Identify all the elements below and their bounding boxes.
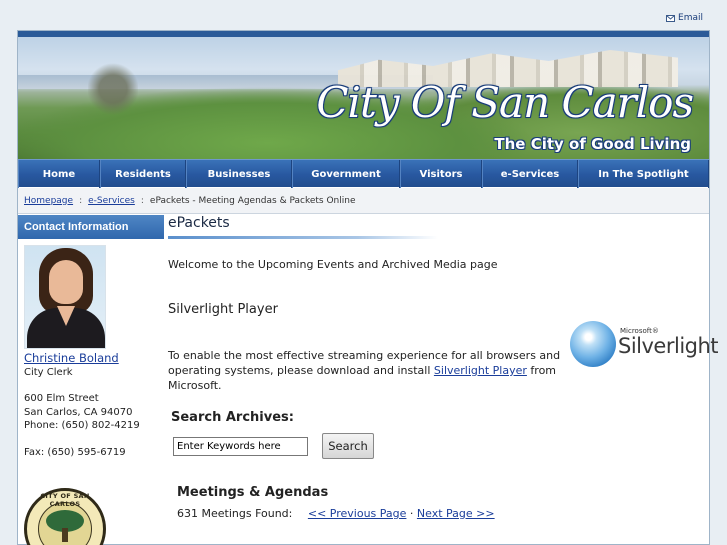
contact-heading: Contact Information xyxy=(18,215,164,239)
search-input[interactable] xyxy=(173,437,308,456)
meetings-heading: Meetings & Agendas xyxy=(177,485,329,500)
contact-city: San Carlos, CA 94070 xyxy=(24,406,133,418)
nav-visitors[interactable]: Visitors xyxy=(400,160,482,188)
logo-silverlight: Silverlight xyxy=(618,334,719,358)
contact-phone: Phone: (650) 802-4219 xyxy=(24,420,140,431)
breadcrumb-current: ePackets - Meeting Agendas & Packets Onl… xyxy=(149,195,356,206)
previous-page-link[interactable]: << Previous Page xyxy=(308,507,407,520)
silverlight-heading: Silverlight Player xyxy=(168,302,278,317)
breadcrumb-eservices[interactable]: e-Services xyxy=(88,196,135,206)
title-rule xyxy=(168,236,438,239)
nav-eservices[interactable]: e-Services xyxy=(482,160,578,188)
contact-role: City Clerk xyxy=(24,366,73,378)
email-link[interactable]: Email xyxy=(666,13,703,23)
welcome-text: Welcome to the Upcoming Events and Archi… xyxy=(168,258,498,271)
envelope-icon xyxy=(666,14,676,22)
contact-card: Christine Boland City Clerk 600 Elm Stre… xyxy=(24,351,164,459)
nav-spotlight[interactable]: In The Spotlight xyxy=(578,160,709,188)
contact-street: 600 Elm Street xyxy=(24,393,99,404)
main-nav: Home Residents Businesses Government Vis… xyxy=(18,159,709,188)
silverlight-logo[interactable]: Microsoft® Silverlight xyxy=(570,321,719,367)
silverlight-text: To enable the most effective streaming e… xyxy=(168,349,561,392)
page-frame: City Of San Carlos The City of Good Livi… xyxy=(17,30,719,545)
search-heading: Search Archives: xyxy=(171,410,294,425)
main-content: ePackets Welcome to the Upcoming Events … xyxy=(168,215,719,545)
page-title: ePackets xyxy=(168,215,230,231)
breadcrumb-home[interactable]: Homepage xyxy=(24,196,73,206)
top-bar: Email xyxy=(0,0,727,30)
site-tagline: The City of Good Living xyxy=(494,135,691,153)
next-page-link[interactable]: Next Page >> xyxy=(417,507,495,520)
meetings-pagination: 631 Meetings Found: << Previous Page · N… xyxy=(177,507,495,520)
nav-home[interactable]: Home xyxy=(18,160,100,188)
nav-businesses[interactable]: Businesses xyxy=(186,160,292,188)
nav-residents[interactable]: Residents xyxy=(100,160,186,188)
seal-text: CITY OF SAN CARLOS xyxy=(40,492,90,508)
site-title: City Of San Carlos xyxy=(316,78,694,127)
contact-photo xyxy=(24,245,106,349)
header-banner: City Of San Carlos The City of Good Livi… xyxy=(18,31,709,159)
city-seal: CITY OF SAN CARLOS xyxy=(24,488,106,545)
contact-fax: Fax: (650) 595-6719 xyxy=(24,446,126,458)
silverlight-orb-icon xyxy=(570,321,616,367)
silverlight-player-link[interactable]: Silverlight Player xyxy=(434,364,527,377)
meetings-count: 631 Meetings Found: xyxy=(177,507,293,520)
contact-name-link[interactable]: Christine Boland xyxy=(24,351,164,366)
breadcrumb: Homepage : e-Services : ePackets - Meeti… xyxy=(18,188,709,214)
nav-government[interactable]: Government xyxy=(292,160,400,188)
search-button[interactable]: Search xyxy=(322,433,374,459)
email-label: Email xyxy=(678,13,703,23)
